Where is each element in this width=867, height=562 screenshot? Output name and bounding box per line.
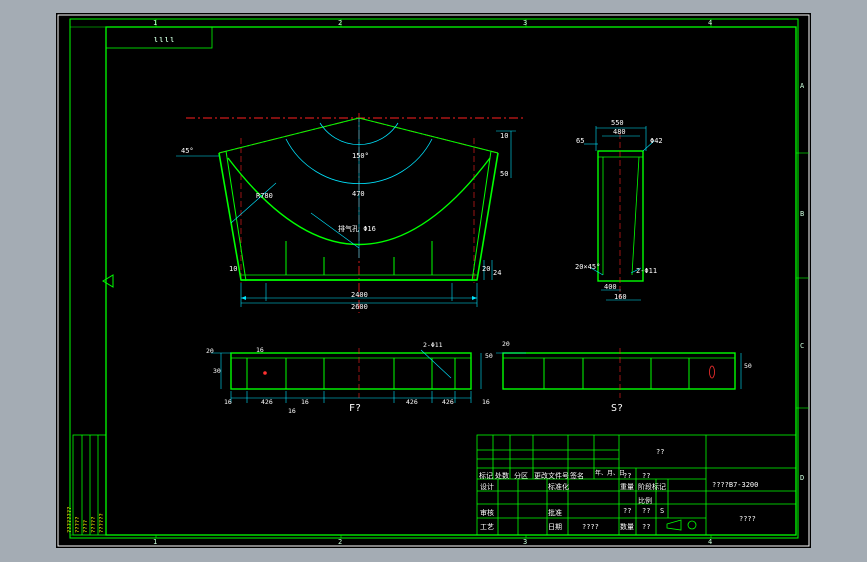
- tb-row-header: 处数: [495, 471, 509, 480]
- front-view-label: F?: [349, 403, 361, 414]
- corner-code: ιιιι: [153, 35, 175, 45]
- bottom-dim-5: 16: [482, 398, 490, 406]
- tb-scale: 比例: [638, 496, 652, 505]
- tb-row-header: 标记: [479, 471, 493, 480]
- bottom-front-view: [211, 348, 482, 403]
- bottom-holes: 2-Φ11: [423, 341, 443, 349]
- strip-label: ?????: [91, 516, 97, 533]
- front-dim-bottom-b: 24: [493, 269, 501, 277]
- zone-number: 3: [523, 538, 527, 546]
- bottom-dim-left-b: 30: [213, 367, 221, 375]
- tb-count: 数量: [620, 522, 634, 531]
- bottom-side-view: [496, 348, 742, 398]
- zone-number: 3: [523, 19, 527, 27]
- tb-role: 审核: [480, 508, 494, 517]
- tb-small-val: ??: [642, 507, 650, 515]
- bottom-side-dim-right: 50: [744, 362, 752, 370]
- front-angle-center: 150°: [352, 152, 369, 160]
- tb-role: 设计: [480, 482, 494, 491]
- cad-drawing: 1 2 3 4 1 2 3 4 A B C D ιιιι 45° 150° R7…: [57, 14, 810, 547]
- zone-number: 4: [708, 538, 712, 546]
- bottom-dim-2: 16: [301, 398, 309, 406]
- bottom-side-dim-top: 20: [502, 340, 510, 348]
- bottom-dim-left-a: 20: [206, 347, 214, 355]
- tb-weight: 重量: [620, 483, 634, 491]
- tb-row-header: 签名: [570, 471, 584, 480]
- side-dim-left: 65: [576, 137, 584, 145]
- side-dim-bottom-a: 400: [604, 283, 617, 291]
- zone-letter: B: [800, 210, 804, 218]
- side-dim-top-outer: 550: [611, 119, 624, 127]
- front-dim-right-mid: 50: [500, 170, 508, 178]
- strip-label: ????: [83, 520, 89, 533]
- tb-std: 标准化: [548, 482, 569, 491]
- side-dim-top-inner: 480: [613, 128, 626, 136]
- front-width-outer: 2600: [351, 303, 368, 311]
- tb-date-value: ????: [582, 523, 599, 531]
- tb-small-val: S: [660, 507, 664, 515]
- bottom-dim-3: 426: [406, 398, 418, 406]
- tb-small-val: ??: [623, 507, 631, 515]
- tb-drawing-name: ????: [739, 515, 756, 523]
- side-view-label: S?: [611, 403, 623, 414]
- bottom-dim-4: 426: [442, 398, 454, 406]
- tb-role: 工艺: [480, 523, 494, 531]
- side-chamfer: 20×45°: [575, 263, 600, 271]
- zone-letter: A: [800, 82, 805, 90]
- bottom-dim-left-c: 16: [256, 346, 264, 354]
- centering-mark: [102, 274, 114, 288]
- bottom-dim-1: 426: [261, 398, 273, 406]
- zone-number: 2: [338, 19, 342, 27]
- tb-small-val: ??: [623, 472, 631, 480]
- cad-viewport[interactable]: 1 2 3 4 1 2 3 4 A B C D ιιιι 45° 150° R7…: [56, 13, 811, 548]
- projection-symbol: [666, 519, 697, 531]
- front-arc-label: 470: [352, 190, 365, 198]
- zone-number: 1: [153, 538, 157, 546]
- bottom-dim-right: 50: [485, 352, 493, 360]
- front-dim-right-top: 10: [500, 132, 508, 140]
- side-hole: 2-Φ11: [636, 267, 657, 275]
- tb-approve: 批准: [548, 508, 562, 517]
- zone-number: 2: [338, 538, 342, 546]
- tb-small-val: ??: [642, 472, 650, 480]
- front-dim-bottom-a: 20: [482, 265, 490, 273]
- tb-drawing-no: ????B7-3200: [712, 481, 758, 489]
- tb-row-header: 分区: [514, 471, 528, 480]
- tb-date-label: 日期: [548, 523, 562, 531]
- side-dim-right: Φ42: [650, 137, 663, 145]
- zone-number: 1: [153, 19, 157, 27]
- front-view: [176, 113, 526, 313]
- front-angle-left: 45°: [181, 147, 194, 155]
- tb-symbol: ??: [642, 523, 650, 531]
- drawing-border: [69, 18, 799, 539]
- front-radius: R780: [256, 192, 273, 200]
- strip-label: ?????: [75, 516, 81, 533]
- strip-label: ????????: [67, 507, 73, 534]
- front-dim-left: 10: [229, 265, 237, 273]
- inner-border: [105, 26, 797, 536]
- strip-label: ??????: [99, 513, 105, 533]
- tb-row-header: 更改文件号: [534, 471, 569, 480]
- tb-row-header: 年、月、日: [595, 469, 625, 477]
- front-width-inner: 2400: [351, 291, 368, 299]
- zone-letter: D: [800, 474, 804, 482]
- tb-top-right: ??: [656, 448, 664, 456]
- zone-number: 4: [708, 19, 712, 27]
- tb-stage: 阶段标记: [638, 482, 666, 491]
- bottom-dim-0: 16: [224, 398, 232, 406]
- side-dim-bottom-b: 160: [614, 293, 627, 301]
- bottom-dim-sub: 16: [288, 407, 296, 415]
- zone-letter: C: [800, 342, 804, 350]
- front-vent-label: 排气孔 Φ16: [338, 224, 376, 233]
